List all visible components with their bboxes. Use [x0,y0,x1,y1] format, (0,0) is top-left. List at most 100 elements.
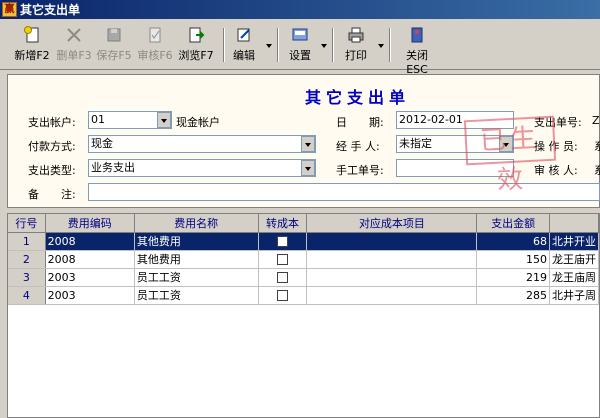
col-header-cost-item[interactable]: 对应成本项目 [306,214,478,233]
delete-button[interactable]: 删单F3 [54,26,94,66]
cell-cost-item[interactable] [306,268,478,287]
table-row[interactable]: 1 2008 其他费用 68 北井开业 [8,232,599,251]
edit-label: 编辑 [233,49,255,62]
to-cost-checkbox[interactable] [276,272,288,283]
pay-method-dropdown-button[interactable] [301,136,315,152]
print-dropdown-arrow[interactable] [378,44,384,48]
audit-icon [149,27,161,43]
pay-method-value: 现金 [91,137,113,150]
doc-no-value: ZC [592,114,600,127]
to-cost-checkbox[interactable] [276,290,288,301]
save-label: 保存F5 [96,49,132,62]
col-header-to-cost[interactable]: 转成本 [258,214,308,233]
cell-amount[interactable]: 68 [476,232,550,251]
settings-dropdown-arrow[interactable] [321,44,327,48]
row-number: 1 [8,232,46,251]
cell-to-cost[interactable] [258,286,308,305]
type-dropdown-button[interactable] [301,160,315,176]
cell-name[interactable]: 其他费用 [134,232,259,251]
col-header-name[interactable]: 费用名称 [134,214,259,233]
row-number: 2 [8,250,46,269]
handler-label: 经 手 人: [336,140,380,153]
browse-label: 浏览F7 [178,49,214,62]
new-label: 新增F2 [14,49,50,62]
account-dropdown-button[interactable] [157,112,171,128]
cell-to-cost[interactable] [258,268,308,287]
edit-icon [237,28,250,42]
auditor-label: 审 核 人: [534,164,578,177]
cell-amount[interactable]: 285 [476,286,550,305]
account-code-field[interactable]: 01 [88,111,172,129]
cell-name[interactable]: 员工工资 [134,286,259,305]
cell-cost-item[interactable] [306,232,478,251]
toolbar: 新增F2 删单F3 保存F5 审核F6 浏览F7 编辑 设置 打印 关闭ESC [0,20,600,76]
cell-amount[interactable]: 219 [476,268,550,287]
print-label: 打印 [345,49,367,62]
cell-extra[interactable]: 北井开业 [549,232,599,251]
detail-table: 行号 费用编码 费用名称 转成本 对应成本项目 支出金额 1 2008 其他费用… [8,214,599,305]
new-doc-icon [24,26,39,43]
manual-no-label: 手工单号: [336,164,384,177]
type-select[interactable]: 业务支出 [88,159,316,177]
toolbar-separator [389,28,391,62]
cell-cost-item[interactable] [306,286,478,305]
settings-icon [292,28,308,41]
close-label: 关闭ESC [406,49,428,76]
type-label: 支出类型: [28,164,76,177]
toolbar-separator [277,28,279,62]
cell-code[interactable]: 2003 [45,268,135,287]
col-header-extra[interactable] [549,214,599,233]
cell-extra[interactable]: 龙王庙开 [549,250,599,269]
handler-value: 未指定 [399,137,432,150]
save-button[interactable]: 保存F5 [94,26,134,66]
row-number: 3 [8,268,46,287]
edit-button[interactable]: 编辑 [228,26,260,66]
cell-name[interactable]: 其他费用 [134,250,259,269]
row-number: 4 [8,286,46,305]
cell-code[interactable]: 2003 [45,286,135,305]
date-label: 日 期: [336,116,384,129]
form-title: 其它支出单 [305,88,411,107]
audit-label: 审核F6 [137,49,173,62]
account-label: 支出帐户: [28,116,76,129]
table-row[interactable]: 2 2008 其他费用 150 龙王庙开 [8,250,599,269]
cell-to-cost[interactable] [258,250,308,269]
to-cost-checkbox[interactable] [276,254,288,265]
table-row[interactable]: 4 2003 员工工资 285 北井子周 [8,286,599,305]
cell-name[interactable]: 员工工资 [134,268,259,287]
title-bar: 赢 其它支出单 [0,0,600,19]
account-name: 现金帐户 [176,116,220,129]
cell-extra[interactable]: 龙王庙周 [549,268,599,287]
to-cost-checkbox[interactable] [276,236,288,247]
cell-to-cost[interactable] [258,232,308,251]
edit-dropdown-arrow[interactable] [266,44,272,48]
cell-code[interactable]: 2008 [45,250,135,269]
table-row[interactable]: 3 2003 员工工资 219 龙王庙周 [8,268,599,287]
col-header-row-no[interactable]: 行号 [8,214,46,233]
print-button[interactable]: 打印 [340,26,372,66]
close-button[interactable]: 关闭ESC [396,26,438,76]
audit-button[interactable]: 审核F6 [135,26,175,66]
browse-icon [189,27,205,43]
cell-cost-item[interactable] [306,250,478,269]
approved-stamp: 已生效 [463,115,557,196]
pay-method-label: 付款方式: [28,140,76,153]
new-button[interactable]: 新增F2 [12,26,52,66]
toolbar-separator [332,28,334,62]
browse-button[interactable]: 浏览F7 [176,26,216,66]
app-icon: 赢 [2,2,17,17]
col-header-amount[interactable]: 支出金额 [476,214,550,233]
detail-grid: 行号 费用编码 费用名称 转成本 对应成本项目 支出金额 1 2008 其他费用… [7,213,600,418]
account-code-value: 01 [91,113,105,126]
cell-amount[interactable]: 150 [476,250,550,269]
printer-icon [348,27,364,43]
operator-value: 系 [594,140,600,153]
cell-extra[interactable]: 北井子周 [549,286,599,305]
toolbar-separator [223,28,225,62]
table-header: 行号 费用编码 费用名称 转成本 对应成本项目 支出金额 [8,214,599,233]
pay-method-select[interactable]: 现金 [88,135,316,153]
settings-button[interactable]: 设置 [284,26,316,66]
cell-code[interactable]: 2008 [45,232,135,251]
col-header-code[interactable]: 费用编码 [45,214,135,233]
remark-label: 备 注: [28,188,76,201]
